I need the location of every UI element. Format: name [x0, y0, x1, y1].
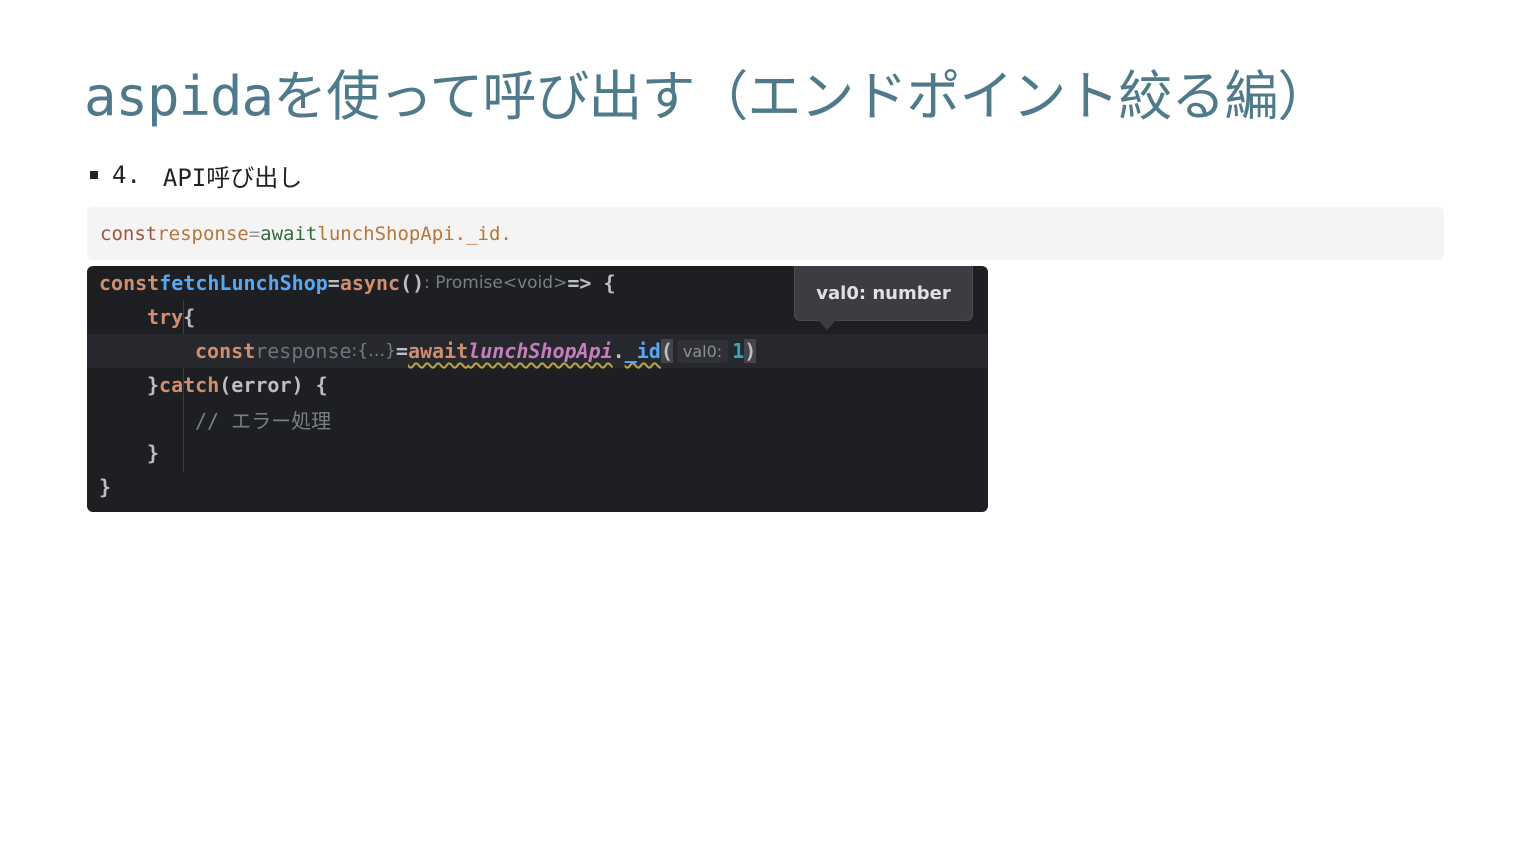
code-punctuation: () — [400, 271, 425, 295]
code-punctuation: . — [612, 339, 625, 363]
bullet-list: 4. API呼び出し — [90, 158, 302, 192]
tooltip-arrow-icon — [818, 320, 836, 330]
code-keyword: try — [147, 305, 184, 329]
code-punctuation: (error) { — [219, 373, 328, 397]
code-variable: response — [255, 339, 352, 363]
code-line-3: const response :{…} = await lunchShopApi… — [87, 334, 988, 368]
type-inlay-hint: : Promise<void> — [424, 273, 568, 293]
code-paren-highlight: ( — [660, 339, 673, 363]
code-function-name: fetchLunchShop — [159, 271, 328, 295]
parameter-inlay-hint: val0: — [676, 339, 729, 363]
code-line-5: // エラー処理 — [87, 402, 988, 436]
page-title: aspidaを使って呼び出す（エンドポイント絞る編） — [84, 65, 1331, 128]
code-keyword: async — [339, 271, 401, 295]
code-line-4: } catch (error) { — [87, 368, 988, 402]
inline-code-block: const response = await lunchShopApi._id. — [87, 207, 1444, 260]
list-item-number: 4. — [112, 161, 141, 189]
code-operator: = — [395, 339, 408, 363]
list-item-text: API呼び出し — [162, 163, 303, 192]
code-keyword: const — [99, 271, 160, 295]
code-keyword-const: const — [100, 222, 158, 245]
code-variable-response: response — [157, 222, 249, 245]
code-punctuation: => { — [567, 271, 616, 295]
code-keyword: const — [195, 339, 256, 363]
list-item: 4. API呼び出し — [90, 158, 302, 192]
code-keyword: catch — [159, 373, 220, 397]
code-punctuation: } — [147, 373, 160, 397]
code-punctuation: { — [183, 305, 196, 329]
code-operator: = — [248, 222, 261, 245]
code-paren-highlight: ) — [744, 339, 757, 363]
type-inlay-hint: :{…} — [351, 341, 396, 361]
parameter-tooltip: val0: number — [794, 266, 973, 321]
code-punctuation: } — [147, 441, 160, 465]
code-method: _id — [624, 339, 661, 363]
bullet-marker-icon — [90, 171, 98, 179]
code-keyword-await: await — [260, 222, 318, 245]
code-object: lunchShopApi — [468, 339, 613, 363]
code-line-7: } — [87, 470, 988, 504]
slide: aspidaを使って呼び出す（エンドポイント絞る編） 4. API呼び出し co… — [0, 0, 1531, 863]
code-comment: // エラー処理 — [195, 408, 332, 433]
code-punctuation: } — [99, 475, 112, 499]
code-expression: lunchShopApi._id. — [317, 222, 512, 245]
code-number: 1 — [732, 339, 745, 363]
code-keyword-await: await — [407, 339, 469, 363]
code-operator: = — [327, 271, 340, 295]
code-line-6: } — [87, 436, 988, 470]
